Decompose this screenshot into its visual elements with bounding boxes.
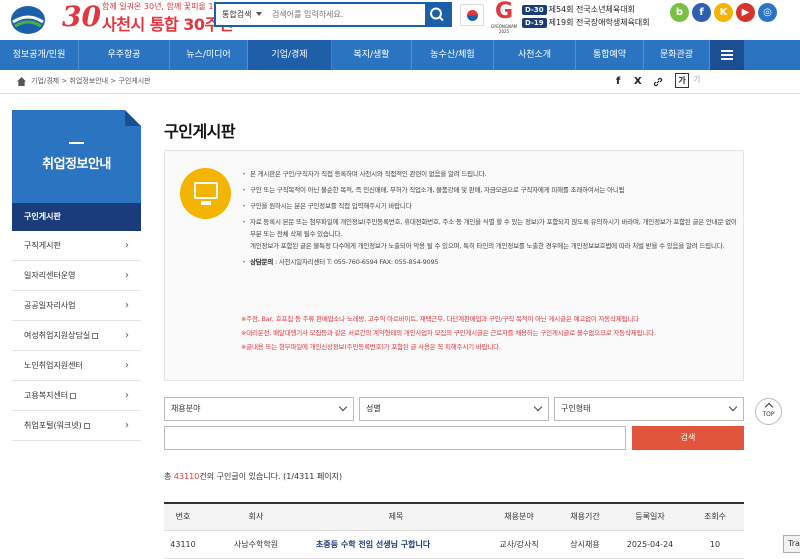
chevron-right-icon: ›	[125, 270, 129, 281]
translate-button[interactable]: Tra	[783, 535, 800, 553]
warning-text: ※글내용 또는 첨부파일에 개인신상정보(주민등록번호)가 포함된 글 사용은 …	[241, 343, 501, 351]
col-field: 채용분야	[482, 503, 556, 531]
nav-item[interactable]: 우주항공	[79, 40, 170, 70]
table-header-row: 번호 회사 제목 채용분야 채용기간 등록일자 조회수	[164, 503, 744, 531]
sidebar-item[interactable]: 구직게시판 ›	[12, 231, 141, 261]
nav-item[interactable]: 농수산/체험	[412, 40, 494, 70]
col-period: 채용기간	[556, 503, 614, 531]
breadcrumb-bar: 기업/경제 > 취업정보안내 > 구인게시판 f X 가 가	[0, 70, 800, 94]
chevron-right-icon: ›	[125, 420, 129, 431]
facebook-share-icon[interactable]: f	[616, 76, 620, 87]
font-size-large-button[interactable]: 가	[675, 73, 689, 88]
external-link-icon	[70, 392, 77, 399]
sidebar-title: 취업정보안내	[42, 157, 111, 172]
sidebar-item[interactable]: 공공일자리사업 ›	[12, 291, 141, 321]
field-select[interactable]: 채용분야	[164, 397, 354, 421]
dday-item-2[interactable]: D-19 제19회 전국장애학생체육대회	[522, 17, 650, 28]
notice-item: 본 게시판은 구인/구직자가 직접 등록하며 사천시와 직접적인 관련이 없음을…	[242, 168, 737, 180]
search-bar: 통합검색	[214, 2, 452, 27]
facebook-icon[interactable]: f	[692, 3, 711, 22]
sidebar-header: 취업정보안내	[12, 110, 141, 203]
nav-item[interactable]: 통합예약	[576, 40, 644, 70]
sidebar: 취업정보안내 구인게시판 구직게시판 › 일자리센터운영 › 공공일자리사업 › 여성…	[12, 110, 141, 441]
anniversary-number: 30	[62, 0, 101, 33]
home-icon[interactable]	[17, 77, 26, 86]
dday-item-1[interactable]: D-30 제54회 전국소년체육대회	[522, 4, 635, 15]
nav-item[interactable]: 문화관광	[644, 40, 710, 70]
gender-select[interactable]: 성별	[359, 397, 549, 421]
chevron-right-icon: ›	[125, 390, 129, 401]
main-nav: 정보공개/민원 우주항공 뉴스/미디어 기업/경제 복지/생활 농수산/체험 사…	[0, 40, 800, 70]
col-number: 번호	[164, 503, 202, 531]
notice-item: 자료 등록시 본문 또는 첨부파일에 개인정보(주민등록번호, 휴대전화번호, …	[242, 216, 737, 252]
x-share-icon[interactable]: X	[634, 76, 642, 87]
post-title-link[interactable]: 초중등 수학 전임 선생님 구합니다	[310, 530, 482, 559]
sidebar-item[interactable]: 취업포털(워크넷) ›	[12, 411, 141, 441]
nav-item[interactable]: 사천소개	[494, 40, 576, 70]
job-table: 번호 회사 제목 채용분야 채용기간 등록일자 조회수 43110 사남수학학원…	[164, 502, 744, 559]
job-type-select[interactable]: 구인형태	[554, 397, 744, 421]
col-views: 조회수	[686, 503, 744, 531]
result-count: 총 43110건의 구인글이 있습니다. (1/4311 페이지)	[164, 472, 343, 481]
notice-item: 구인 또는 구직목적이 아닌 불순한 목적, 즉 인신매매, 무허가 직업소개,…	[242, 184, 737, 196]
breadcrumb: 기업/경제 > 취업정보안내 > 구인게시판	[31, 77, 151, 85]
keyword-input[interactable]	[164, 426, 626, 450]
sidebar-item[interactable]: 여성취업지원상담실 ›	[12, 321, 141, 351]
page-title: 구인게시판	[164, 122, 236, 141]
gyeongnam-logo[interactable]: G GYEONGNAM 2025	[490, 0, 518, 34]
col-company: 회사	[202, 503, 310, 531]
search-icon	[430, 7, 444, 22]
warning-text: ※주점, Bar, 호프집 등 주류 판매업소나 노래방, 고수익 아르바이트,…	[241, 315, 639, 323]
notice-item: 구인을 원하시는 분은 구인정보를 직접 입력해주시기 바랍니다	[242, 200, 737, 212]
nav-item[interactable]: 복지/생활	[332, 40, 412, 70]
nav-item[interactable]: 정보공개/민원	[0, 40, 79, 70]
chevron-right-icon: ›	[125, 330, 129, 341]
sidebar-item[interactable]: 고용복지센터 ›	[12, 381, 141, 411]
sidebar-item[interactable]: 노인취업지원센터 ›	[12, 351, 141, 381]
site-header: 30 함께 일궈온 30년, 함께 꽃피울 100년! 사천시 통합 30주년 …	[0, 0, 800, 40]
table-row[interactable]: 43110 사남수학학원 초중등 수학 전임 선생님 구합니다 교사/강사직 상…	[164, 530, 744, 559]
external-link-icon	[83, 422, 90, 429]
notice-box: 본 게시판은 구인/구직자가 직접 등록하며 사천시와 직접적인 관련이 없음을…	[164, 150, 744, 381]
blog-icon[interactable]: b	[670, 3, 689, 22]
filter-row: 채용분야 성별 구인형태	[164, 397, 744, 422]
all-menu-button[interactable]	[710, 40, 744, 70]
chevron-right-icon: ›	[125, 300, 129, 311]
scroll-top-button[interactable]: TOP	[755, 398, 782, 425]
notice-contact: 상담문의 : 사천시일자리센터 T: 055-760-6594 FAX: 055…	[242, 256, 737, 268]
font-size-small-button[interactable]: 가	[690, 73, 704, 88]
col-date: 등록일자	[614, 503, 686, 531]
nav-item[interactable]: 뉴스/미디어	[170, 40, 248, 70]
kakao-icon[interactable]: K	[714, 3, 733, 22]
link-copy-icon[interactable]	[653, 77, 663, 87]
warning-text: ※대리운전, 배달대행기사 모집등과 같은 서로간의 계약형태의 개인사업자 모…	[241, 329, 656, 337]
search-button[interactable]	[425, 4, 450, 25]
chevron-right-icon: ›	[125, 240, 129, 251]
sidebar-item[interactable]: 일자리센터운영 ›	[12, 261, 141, 291]
sidebar-item-current[interactable]: 구인게시판	[12, 203, 141, 231]
search-input[interactable]	[272, 6, 422, 23]
nav-item-active[interactable]: 기업/경제	[248, 40, 332, 70]
instagram-icon[interactable]: ◎	[758, 3, 777, 22]
youtube-icon[interactable]: ▶	[736, 3, 755, 22]
search-scope-select[interactable]: 통합검색	[216, 4, 270, 25]
chevron-right-icon: ›	[125, 360, 129, 371]
external-link-icon	[92, 332, 99, 339]
taegeuk-flag-icon[interactable]	[460, 4, 484, 26]
search-submit-button[interactable]: 검색	[632, 426, 744, 450]
city-emblem-icon	[11, 6, 45, 34]
col-title: 제목	[310, 503, 482, 531]
monitor-notice-icon	[180, 168, 231, 219]
